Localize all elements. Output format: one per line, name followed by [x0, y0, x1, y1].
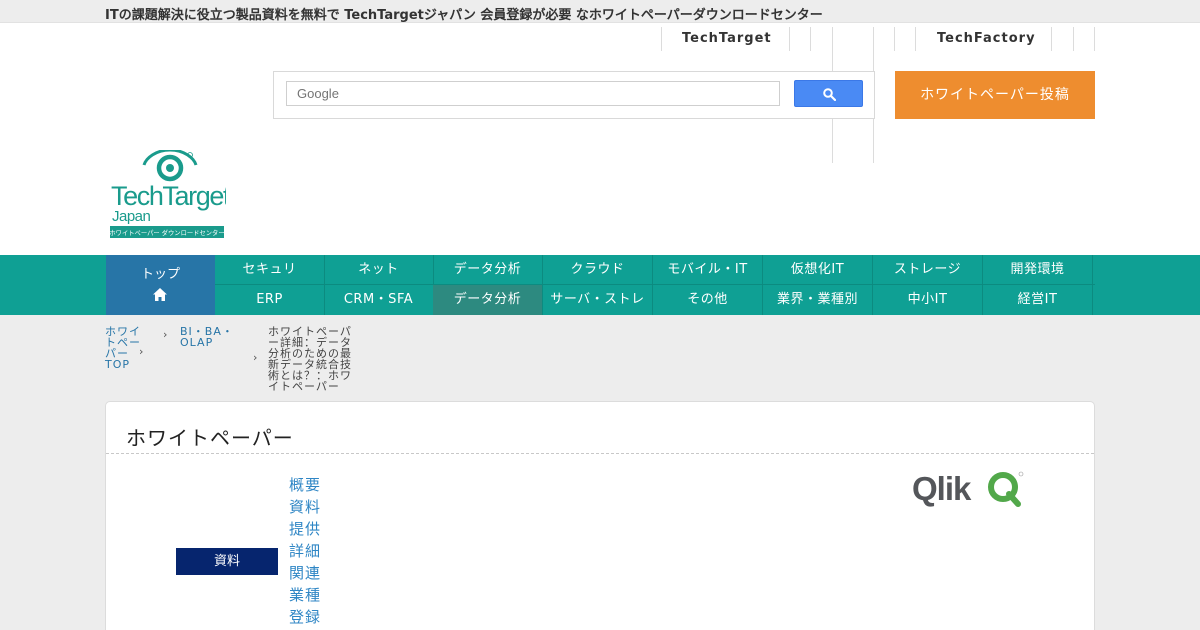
- nav-item[interactable]: データ分析: [433, 285, 543, 315]
- divider: [1051, 27, 1052, 51]
- nav-item[interactable]: ネット: [324, 255, 434, 285]
- qlik-logo: Qlik: [912, 470, 1024, 507]
- nav-item[interactable]: モバイル・IT: [653, 255, 763, 285]
- svg-text:ホワイトペーパー ダウンロードセンター: ホワイトペーパー ダウンロードセンター: [110, 228, 225, 237]
- side-link[interactable]: 関連: [289, 562, 321, 583]
- chevron-right-icon: ›: [139, 345, 144, 358]
- nav-home[interactable]: トップ: [106, 255, 215, 315]
- nav-item[interactable]: その他: [653, 285, 763, 315]
- side-link[interactable]: 提供: [289, 518, 321, 539]
- divider: [894, 27, 895, 51]
- chevron-right-icon: ›: [163, 328, 168, 341]
- divider: [1073, 27, 1074, 51]
- svg-text:TechTarget: TechTarget: [111, 181, 226, 211]
- divider: [915, 27, 916, 51]
- side-link[interactable]: 資料: [289, 496, 321, 517]
- search-box: [273, 71, 875, 119]
- eye-logo-icon: TechTarget Japan ホワイトペーパー ダウンロードセンター: [109, 148, 232, 238]
- nav-item[interactable]: 中小IT: [873, 285, 983, 315]
- techfactory-link[interactable]: TechFactory: [937, 31, 1036, 46]
- top-announcement-text: ITの課題解決に役立つ製品資料を無料で TechTargetジャパン 会員登録が…: [105, 8, 823, 23]
- nav-item[interactable]: クラウド: [543, 255, 653, 285]
- nav-item[interactable]: 経営IT: [983, 285, 1093, 315]
- nav-item[interactable]: 仮想化IT: [763, 255, 873, 285]
- side-link[interactable]: 概要: [289, 474, 321, 495]
- divider: [1094, 27, 1095, 51]
- side-link[interactable]: 詳細: [289, 540, 321, 561]
- main-nav: トップ セキュリ ネット データ分析 クラウド モバイル・IT 仮想化IT ストレージ 開発環…: [0, 255, 1200, 315]
- search-icon: [823, 88, 836, 101]
- home-icon: [153, 288, 167, 301]
- nav-item[interactable]: データ分析: [433, 255, 543, 285]
- divider: [810, 27, 811, 51]
- search-button[interactable]: [794, 80, 863, 107]
- breadcrumb-current: ホワイトペーパ ー詳細：データ 分析のための最 新データ統合技 術とは？：ホワ …: [268, 325, 352, 393]
- document-button[interactable]: 資料: [176, 548, 278, 575]
- nav-item[interactable]: ストレージ: [873, 255, 983, 285]
- techtarget-link[interactable]: TechTarget: [682, 31, 772, 46]
- panel-divider: [106, 453, 1094, 454]
- svg-text:Qlik: Qlik: [912, 470, 972, 507]
- site-header: TechTarget TechFactory ホワイトペーパー投稿 TechTa…: [0, 23, 1200, 255]
- techtarget-japan-logo[interactable]: TechTarget Japan ホワイトペーパー ダウンロードセンター: [109, 148, 232, 240]
- whitepaper-panel: ホワイトペーパー 資料 概要 資料 提供 詳細 関連 業種 登録 Qlik: [105, 401, 1095, 630]
- divider: [661, 27, 662, 51]
- breadcrumb-category[interactable]: BI・BA・ OLAP: [180, 326, 234, 348]
- nav-item[interactable]: 業界・業種別: [763, 285, 873, 315]
- breadcrumb-home[interactable]: ホワイ トペー パー TOP: [105, 326, 141, 370]
- chevron-right-icon: ›: [253, 351, 258, 364]
- side-link[interactable]: 登録: [289, 606, 321, 627]
- submit-whitepaper-button[interactable]: ホワイトペーパー投稿: [895, 71, 1095, 119]
- divider: [789, 27, 790, 51]
- nav-item[interactable]: セキュリ: [215, 255, 325, 285]
- side-link[interactable]: 業種: [289, 584, 321, 605]
- nav-item[interactable]: 開発環境: [983, 255, 1093, 285]
- nav-item[interactable]: ERP: [215, 285, 325, 315]
- search-input[interactable]: [286, 81, 780, 106]
- nav-item[interactable]: CRM・SFA: [324, 285, 434, 315]
- top-announcement-bar: ITの課題解決に役立つ製品資料を無料で TechTargetジャパン 会員登録が…: [0, 0, 1200, 23]
- nav-item[interactable]: サーバ・ストレ: [543, 285, 653, 315]
- nav-home-label: トップ: [140, 267, 180, 282]
- svg-text:Japan: Japan: [112, 208, 151, 225]
- panel-title: ホワイトペーパー: [126, 426, 294, 450]
